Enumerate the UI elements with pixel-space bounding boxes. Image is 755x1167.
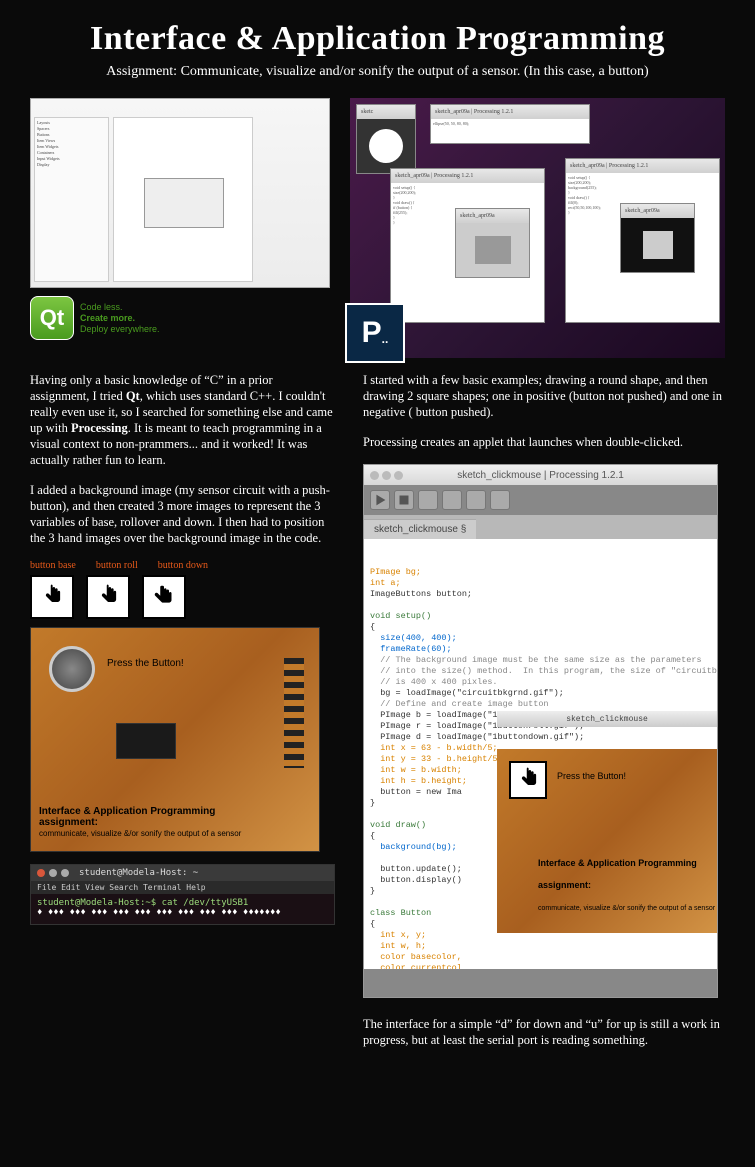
left-paragraph-2: I added a background image (my sensor ci… <box>30 482 335 546</box>
circuit-image-left: Press the Button! Interface & Applicatio… <box>30 627 320 852</box>
circuit-pins <box>284 658 304 768</box>
page-subtitle: Assignment: Communicate, visualize and/o… <box>30 64 725 80</box>
ide-code-editor[interactable]: PImage bg; int a; ImageButtons button; v… <box>364 539 717 969</box>
hand-base-icon <box>30 575 74 619</box>
terminal-max-icon[interactable] <box>61 869 69 877</box>
left-column: Having only a basic knowledge of “C” in … <box>30 372 335 1048</box>
qt-tagline-2: Create more. <box>80 313 135 323</box>
ide-open-button[interactable] <box>442 490 462 510</box>
processing-ide-window: sketch_clickmouse | Processing 1.2.1 ske… <box>363 464 718 998</box>
terminal-window: student@Modela-Host: ~ File Edit View Se… <box>30 864 335 925</box>
circuit-caption: Interface & Application Programming assi… <box>39 806 241 839</box>
ide-new-button[interactable] <box>418 490 438 510</box>
right-paragraph-1: I started with a few basic examples; dra… <box>363 372 725 420</box>
applet-titlebar: sketch_clickmouse <box>497 711 717 727</box>
terminal-body[interactable]: student@Modela-Host:~$ cat /dev/ttyUSB1 … <box>31 894 334 924</box>
processing-logo-icon: P.. <box>345 303 405 363</box>
terminal-title-text: student@Modela-Host: ~ <box>79 868 198 878</box>
ide-save-button[interactable] <box>466 490 486 510</box>
ide-toolbar <box>364 485 717 515</box>
circuit-chip <box>116 723 176 759</box>
processing-output-blacksquare: sketch_apr09a <box>620 203 695 273</box>
left-paragraph-1: Having only a basic knowledge of “C” in … <box>30 372 335 468</box>
qt-tagline: Code less. Create more. Deploy everywher… <box>80 302 160 335</box>
qt-tagline-1: Code less. <box>80 302 123 312</box>
applet-hand-icon[interactable] <box>509 761 547 799</box>
terminal-titlebar: student@Modela-Host: ~ <box>31 865 334 881</box>
ide-title-text: sketch_clickmouse | Processing 1.2.1 <box>457 470 624 481</box>
circuit-heading: Interface & Application Programming <box>39 806 215 817</box>
processing-screenshot-area: sketc sketch_apr09a | Processing 1.2.1 e… <box>350 98 725 358</box>
circuit-sub2: communicate, visualize &/or sonify the o… <box>39 829 241 838</box>
hand-down-icon <box>142 575 186 619</box>
ide-close-icon[interactable] <box>370 471 379 480</box>
ide-export-button[interactable] <box>490 490 510 510</box>
page-title: Interface & Application Programming <box>30 20 725 58</box>
top-image-row: LayoutsSpacersButtonsItem ViewsItem Widg… <box>30 98 725 358</box>
ide-titlebar: sketch_clickmouse | Processing 1.2.1 <box>364 465 717 485</box>
terminal-min-icon[interactable] <box>49 869 57 877</box>
button-state-labels: button base button roll button down <box>30 560 335 571</box>
qt-designer-window: LayoutsSpacersButtonsItem ViewsItem Widg… <box>30 98 330 288</box>
terminal-close-icon[interactable] <box>37 869 45 877</box>
hand-icon-row <box>30 575 335 619</box>
right-paragraph-2: Processing creates an applet that launch… <box>363 434 725 450</box>
terminal-menubar[interactable]: File Edit View Search Terminal Help <box>31 881 334 894</box>
processing-output-circle: sketc <box>356 104 416 174</box>
qt-dialog-preview <box>144 178 224 228</box>
terminal-line-2: ♦ ♦♦♦ ♦♦♦ ♦♦♦ ♦♦♦ ♦♦♦ ♦♦♦ ♦♦♦ ♦♦♦ ♦♦♦ ♦♦… <box>37 908 328 918</box>
ide-run-button[interactable] <box>370 490 390 510</box>
qt-tagline-3: Deploy everywhere. <box>80 324 160 334</box>
label-button-roll: button roll <box>96 560 138 571</box>
right-column: I started with a few basic examples; dra… <box>363 372 725 1048</box>
ide-stop-button[interactable] <box>394 490 414 510</box>
ide-min-icon[interactable] <box>382 471 391 480</box>
processing-output-graysquare: sketch_apr09a <box>455 208 530 278</box>
label-button-down: button down <box>158 560 208 571</box>
processing-ide-small-1: sketch_apr09a | Processing 1.2.1 ellipse… <box>430 104 590 144</box>
ide-max-icon[interactable] <box>394 471 403 480</box>
applet-window: sketch_clickmouse Press the Button! Inte… <box>497 689 717 889</box>
circuit-push-button <box>49 646 95 692</box>
processing-output-title: sketc <box>357 105 415 119</box>
label-button-base: button base <box>30 560 76 571</box>
press-button-label: Press the Button! <box>107 658 184 669</box>
qt-screenshot-area: LayoutsSpacersButtonsItem ViewsItem Widg… <box>30 98 330 328</box>
qt-logo-icon: Qt <box>30 296 74 340</box>
circuit-sub1: assignment: <box>39 817 98 828</box>
qt-sidebar: LayoutsSpacersButtonsItem ViewsItem Widg… <box>34 117 109 282</box>
applet-circuit-image: Press the Button! Interface & Applicatio… <box>497 749 717 933</box>
terminal-line-1: student@Modela-Host:~$ cat /dev/ttyUSB1 <box>37 898 328 908</box>
ide-status-bar <box>364 969 717 997</box>
bottom-paragraph: The interface for a simple “d” for down … <box>363 1016 725 1048</box>
hand-roll-icon <box>86 575 130 619</box>
applet-press-label: Press the Button! <box>557 771 626 782</box>
qt-canvas <box>113 117 253 282</box>
ide-tab[interactable]: sketch_clickmouse § <box>364 519 476 539</box>
applet-caption: Interface & Application Programming assi… <box>503 847 715 925</box>
circle-canvas <box>357 119 415 173</box>
